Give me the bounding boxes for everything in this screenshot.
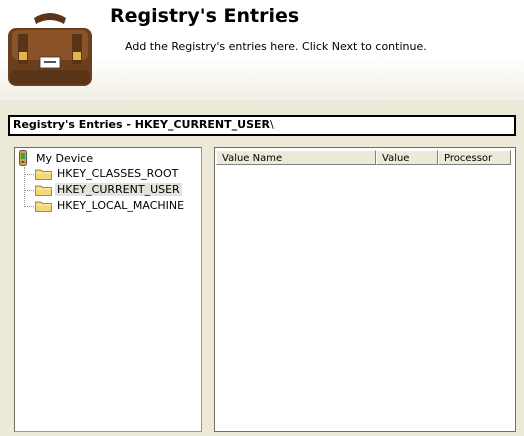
registry-tree[interactable]: My Device HKEY_CLASSES_ROOT HKEY_CURRENT…: [14, 147, 202, 432]
folder-icon: [35, 185, 52, 196]
registry-values-list[interactable]: Value Name Value Processor: [214, 147, 516, 432]
satchel-icon: [8, 13, 92, 86]
column-header-value[interactable]: Value: [376, 150, 438, 165]
column-header-processor[interactable]: Processor: [438, 150, 511, 165]
wizard-header: Registry's Entries Add the Registry's en…: [0, 0, 524, 100]
folder-icon: [35, 201, 52, 212]
tree-connector: [24, 167, 25, 207]
folder-icon: [35, 169, 52, 180]
tree-item-label: HKEY_CLASSES_ROOT: [57, 167, 179, 180]
path-suffix: \: [269, 118, 274, 131]
path-prefix: Registry's Entries - HKEY_CURRENT_USER: [13, 118, 270, 131]
tree-root-my-device[interactable]: My Device: [36, 152, 93, 165]
path-label: Registry's Entries - HKEY_CURRENT_USER\: [13, 118, 274, 131]
device-icon: [19, 150, 27, 166]
registry-path-bar: Registry's Entries - HKEY_CURRENT_USER\: [8, 115, 516, 136]
column-header-value-name[interactable]: Value Name: [216, 150, 376, 165]
tree-item-label: HKEY_LOCAL_MACHINE: [57, 199, 185, 212]
tree-item-label: HKEY_CURRENT_USER: [55, 183, 182, 196]
page-title: Registry's Entries: [110, 5, 300, 27]
page-subtitle: Add the Registry's entries here. Click N…: [125, 40, 427, 53]
